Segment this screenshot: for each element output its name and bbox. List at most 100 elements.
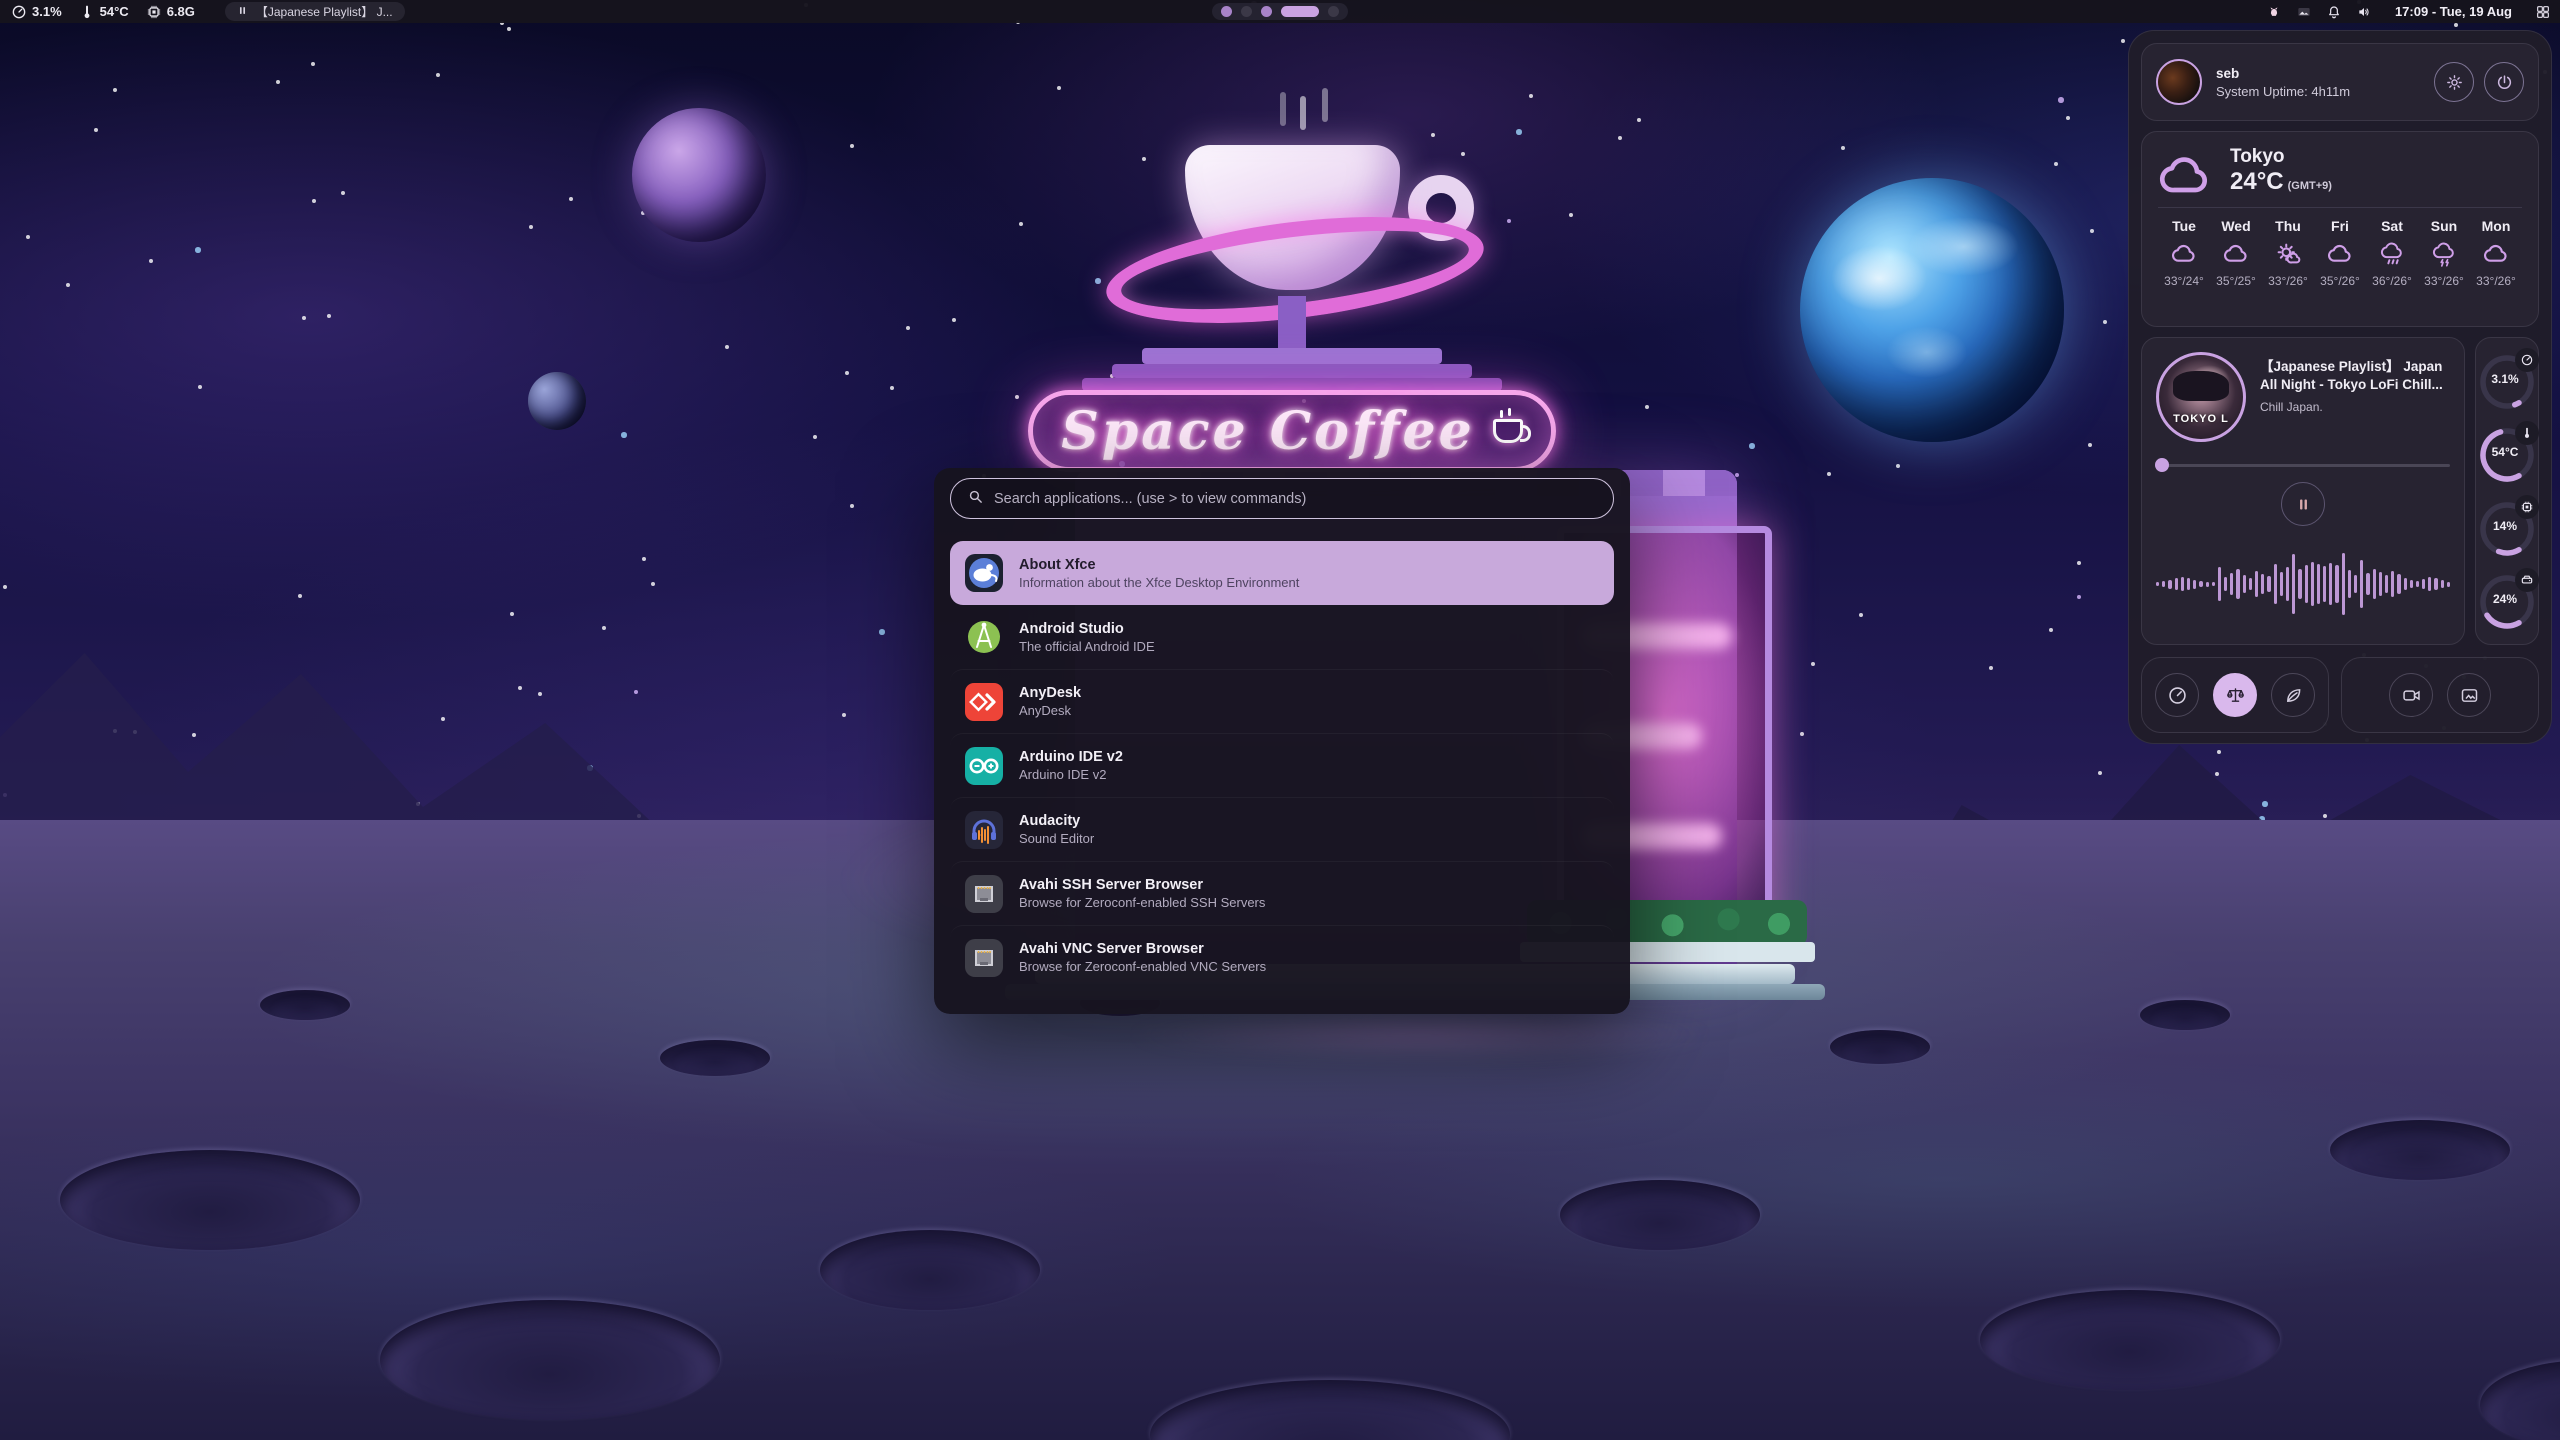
storm-icon	[2418, 241, 2470, 269]
settings-button[interactable]	[2434, 62, 2474, 102]
cpu-usage-indicator[interactable]: 3.1%	[10, 3, 62, 21]
temperature-indicator[interactable]: 54°C	[78, 3, 129, 21]
user-name: seb	[2216, 66, 2350, 81]
visualizer-bar	[2280, 572, 2283, 596]
audacity-app-icon	[964, 810, 1004, 850]
track-artist: Chill Japan.	[2260, 400, 2450, 414]
tray-group: 17:09 - Tue, 19 Aug	[2265, 3, 2560, 21]
forecast-day: Sat36°/26°	[2366, 218, 2418, 288]
workspace-dot-5[interactable]	[1328, 6, 1339, 17]
app-list-item[interactable]: Arduino IDE v2Arduino IDE v2	[950, 733, 1614, 797]
divider	[2158, 207, 2522, 208]
seek-thumb[interactable]	[2155, 458, 2169, 472]
speedometer-gauge[interactable]: 3.1%	[2477, 348, 2537, 414]
app-description: Browse for Zeroconf-enabled VNC Servers	[1019, 959, 1266, 974]
visualizer-bar	[2434, 578, 2437, 590]
clock[interactable]: 17:09 - Tue, 19 Aug	[2385, 4, 2522, 19]
app-list-item[interactable]: About XfceInformation about the Xfce Des…	[950, 541, 1614, 605]
forecast-temps: 33°/26°	[2470, 274, 2522, 288]
app-list-item[interactable]: Avahi VNC Server Browser Browse for Zeroc…	[950, 925, 1614, 989]
visualizer-bar	[2441, 580, 2444, 588]
crater	[1560, 1180, 1760, 1250]
app-name: Avahi SSH Server Browser	[1019, 877, 1265, 893]
visualizer-bar	[2255, 571, 2258, 597]
track-title: 【Japanese Playlist】 Japan All Night - To…	[2260, 358, 2450, 394]
avahi-app-icon	[964, 938, 1004, 978]
search-box[interactable]	[950, 478, 1614, 519]
weather-timezone: (GMT+9)	[2288, 180, 2332, 192]
workspace-dot-4[interactable]	[1281, 6, 1319, 17]
pause-button[interactable]	[2281, 482, 2325, 526]
app-launcher: About XfceInformation about the Xfce Des…	[934, 468, 1630, 1014]
forecast-day-name: Tue	[2158, 218, 2210, 234]
seek-bar[interactable]	[2156, 458, 2450, 472]
crater	[1980, 1290, 2280, 1390]
performance-mode-button[interactable]	[2155, 673, 2199, 717]
media-player-card: TOKYO L 【Japanese Playlist】 Japan All Ni…	[2141, 337, 2465, 645]
visualizer-bar	[2193, 580, 2196, 589]
cloud-icon	[2158, 148, 2214, 194]
now-playing-pill[interactable]: 【Japanese Playlist】 J...	[225, 2, 405, 21]
thermometer-icon	[2515, 421, 2539, 445]
search-input[interactable]	[994, 491, 1597, 507]
chip-gauge[interactable]: 14%	[2477, 495, 2537, 561]
app-description: Browse for Zeroconf-enabled SSH Servers	[1019, 895, 1265, 910]
pause-icon	[237, 5, 248, 19]
avatar[interactable]	[2156, 59, 2202, 105]
screenshot-button[interactable]	[2447, 673, 2491, 717]
weather-city: Tokyo	[2230, 146, 2332, 168]
forecast-day-name: Wed	[2210, 218, 2262, 234]
notifications-bell-icon[interactable]	[2325, 3, 2343, 21]
visualizer-bar	[2162, 581, 2165, 587]
app-name: Avahi VNC Server Browser	[1019, 941, 1266, 957]
balanced-mode-button[interactable]	[2213, 673, 2257, 717]
user-card: seb System Uptime: 4h11m	[2141, 43, 2539, 121]
visualizer-bar	[2224, 577, 2227, 591]
app-list-item[interactable]: Android StudioThe official Android IDE	[950, 605, 1614, 669]
crater	[820, 1230, 1040, 1310]
visualizer-bar	[2428, 577, 2431, 591]
app-description: Sound Editor	[1019, 831, 1094, 846]
visualizer-bar	[2391, 571, 2394, 597]
visualizer-bar	[2348, 570, 2351, 598]
wallpaper-tray-icon[interactable]	[2295, 3, 2313, 21]
forecast-day-name: Fri	[2314, 218, 2366, 234]
visualizer-bar	[2212, 582, 2215, 586]
forecast-day-name: Sat	[2366, 218, 2418, 234]
app-list-item[interactable]: AudacitySound Editor	[950, 797, 1614, 861]
search-icon	[967, 488, 984, 510]
disk-gauge[interactable]: 24%	[2477, 568, 2537, 634]
volume-icon[interactable]	[2355, 3, 2373, 21]
forecast-day: Thu33°/26°	[2262, 218, 2314, 288]
memory-indicator[interactable]: 6.8G	[145, 3, 195, 21]
album-art[interactable]: TOKYO L	[2156, 352, 2246, 442]
xfce-app-icon	[964, 553, 1004, 593]
user-info: seb System Uptime: 4h11m	[2216, 66, 2350, 99]
workspace-dot-1[interactable]	[1221, 6, 1232, 17]
app-description: Information about the Xfce Desktop Envir…	[1019, 575, 1299, 590]
workspace-dot-3[interactable]	[1261, 6, 1272, 17]
tray-cat-icon[interactable]	[2265, 3, 2283, 21]
thermometer-gauge[interactable]: 54°C	[2477, 421, 2537, 487]
top-bar: 3.1% 54°C 6.8G 【Japanese Playlist】 J... …	[0, 0, 2560, 23]
app-list-item[interactable]: Avahi SSH Server Browser Browse for Zeroc…	[950, 861, 1614, 925]
app-description: AnyDesk	[1019, 703, 1081, 718]
visualizer-bar	[2292, 554, 2295, 614]
powersave-mode-button[interactable]	[2271, 673, 2315, 717]
app-grid-icon[interactable]	[2534, 3, 2552, 21]
control-panel: seb System Uptime: 4h11m Tokyo 24°C(GMT+…	[2128, 30, 2552, 744]
workspace-indicator	[1212, 3, 1348, 20]
visualizer-bar	[2243, 575, 2246, 593]
workspace-dot-2[interactable]	[1241, 6, 1252, 17]
temperature-value: 54°C	[100, 4, 129, 19]
forecast-temps: 35°/25°	[2210, 274, 2262, 288]
memory-value: 6.8G	[167, 4, 195, 19]
screen-record-button[interactable]	[2389, 673, 2433, 717]
visualizer-bar	[2385, 575, 2388, 593]
forecast-day: Sun33°/26°	[2418, 218, 2470, 288]
visualizer-bar	[2261, 574, 2264, 594]
album-art-text: TOKYO L	[2159, 413, 2243, 425]
thermometer-icon	[78, 3, 96, 21]
app-list-item[interactable]: AnyDeskAnyDesk	[950, 669, 1614, 733]
power-button[interactable]	[2484, 62, 2524, 102]
